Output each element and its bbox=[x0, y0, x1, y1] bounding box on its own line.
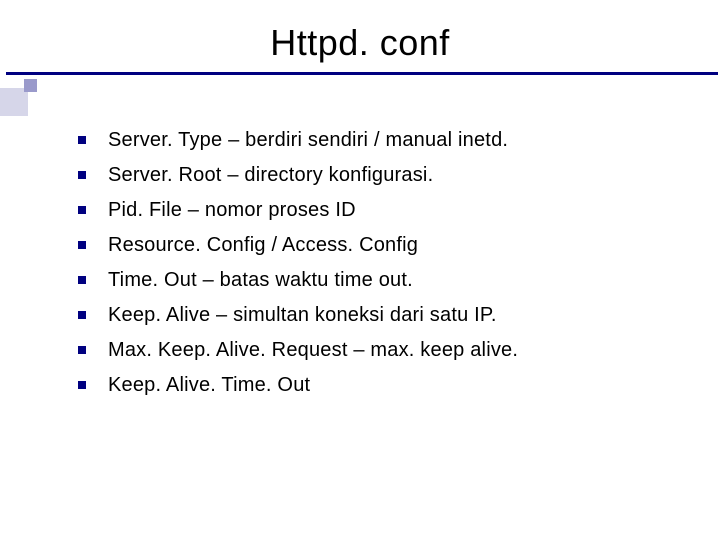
bullet-icon bbox=[78, 311, 86, 319]
bullet-list: Server. Type – berdiri sendiri / manual … bbox=[78, 126, 690, 406]
bullet-icon bbox=[78, 241, 86, 249]
bullet-icon bbox=[78, 171, 86, 179]
bullet-text: Server. Type – berdiri sendiri / manual … bbox=[108, 126, 508, 155]
deco-square-small bbox=[24, 79, 37, 92]
bullet-icon bbox=[78, 276, 86, 284]
slide-title: Httpd. conf bbox=[0, 22, 720, 64]
bullet-icon bbox=[78, 206, 86, 214]
bullet-text: Resource. Config / Access. Config bbox=[108, 231, 418, 260]
bullet-text: Keep. Alive. Time. Out bbox=[108, 371, 310, 400]
list-item: Max. Keep. Alive. Request – max. keep al… bbox=[78, 336, 690, 365]
list-item: Pid. File – nomor proses ID bbox=[78, 196, 690, 225]
bullet-icon bbox=[78, 381, 86, 389]
bullet-icon bbox=[78, 136, 86, 144]
bullet-icon bbox=[78, 346, 86, 354]
list-item: Keep. Alive – simultan koneksi dari satu… bbox=[78, 301, 690, 330]
bullet-text: Keep. Alive – simultan koneksi dari satu… bbox=[108, 301, 497, 330]
bullet-text: Pid. File – nomor proses ID bbox=[108, 196, 356, 225]
corner-decoration bbox=[0, 76, 54, 130]
list-item: Server. Root – directory konfigurasi. bbox=[78, 161, 690, 190]
bullet-text: Max. Keep. Alive. Request – max. keep al… bbox=[108, 336, 518, 365]
bullet-text: Time. Out – batas waktu time out. bbox=[108, 266, 413, 295]
slide: Httpd. conf Server. Type – berdiri sendi… bbox=[0, 0, 720, 540]
title-underline bbox=[6, 72, 718, 75]
deco-square-large bbox=[0, 88, 28, 116]
list-item: Keep. Alive. Time. Out bbox=[78, 371, 690, 400]
list-item: Time. Out – batas waktu time out. bbox=[78, 266, 690, 295]
list-item: Resource. Config / Access. Config bbox=[78, 231, 690, 260]
list-item: Server. Type – berdiri sendiri / manual … bbox=[78, 126, 690, 155]
bullet-text: Server. Root – directory konfigurasi. bbox=[108, 161, 433, 190]
